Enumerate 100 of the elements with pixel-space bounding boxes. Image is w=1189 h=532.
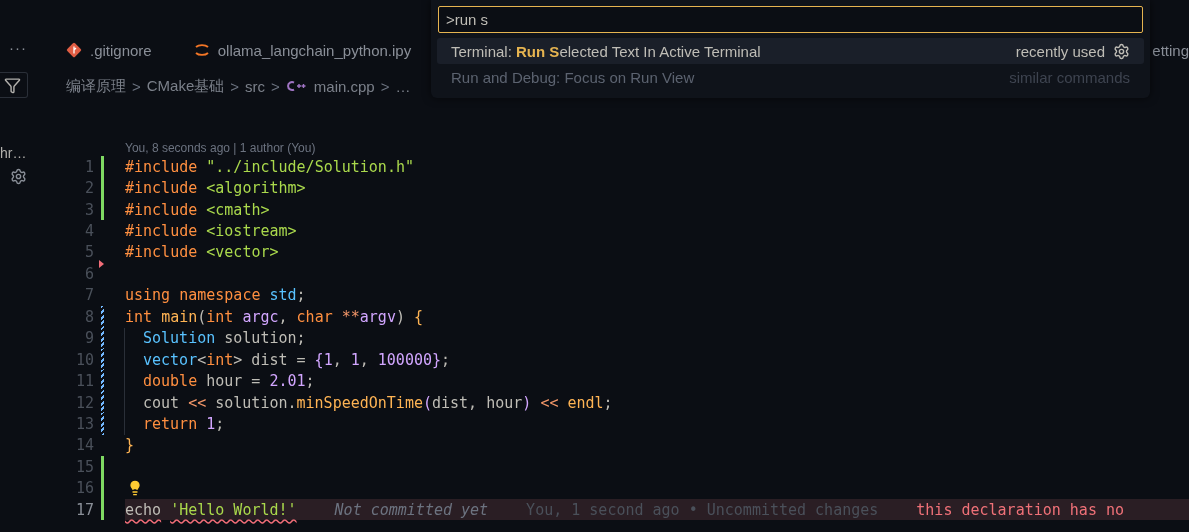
code-token: ) — [395, 307, 406, 326]
code-token: #include — [125, 222, 199, 241]
breadcrumb-item[interactable]: 编译原理 — [66, 76, 126, 96]
editor-tab[interactable]: etting — [1152, 41, 1189, 59]
settings-icon[interactable] — [1113, 42, 1130, 60]
command-detail: recently used — [1015, 42, 1105, 60]
code-token: < — [197, 350, 207, 369]
line-number: 5 — [83, 243, 94, 262]
code-token: #include — [125, 179, 199, 198]
code-token: argv — [359, 307, 396, 326]
error-token: 'Hello World!' — [170, 500, 297, 519]
code-token: std — [269, 286, 297, 305]
settings-icon[interactable] — [10, 168, 27, 185]
code-token: vector — [143, 350, 198, 369]
breadcrumb-item[interactable]: main.cpp — [313, 77, 375, 95]
code-token: { — [414, 307, 424, 326]
code-token: << — [188, 393, 207, 412]
filter-button[interactable] — [0, 72, 28, 98]
command-input[interactable]: >run s — [438, 6, 1143, 33]
breadcrumb-separator: > — [230, 77, 240, 95]
code-token: main — [161, 307, 198, 326]
code-token: double — [143, 372, 199, 391]
breadcrumb-item[interactable]: CMake基础 — [146, 76, 225, 96]
code-token: int — [206, 350, 234, 369]
command-item[interactable]: Terminal: Run Selected Text In Active Terminal recently used — [437, 38, 1144, 64]
code-token: ) — [522, 393, 533, 412]
code-token: <vector> — [206, 243, 279, 262]
lightbulb-icon[interactable] — [127, 480, 143, 497]
code-token: <cmath> — [206, 200, 270, 219]
code-token: ** — [341, 307, 360, 326]
code-token: minSpeedOnTime — [296, 393, 423, 412]
code-token: return — [143, 414, 199, 433]
code-token: <algorithm> — [206, 179, 306, 198]
sidebar-label: hr… — [0, 144, 27, 162]
line-number: 6 — [83, 264, 94, 283]
cpp-icon — [285, 79, 306, 93]
blame-info[interactable]: You, 8 seconds ago | 1 author (You) — [125, 140, 1189, 156]
filter-icon — [4, 76, 21, 94]
command-label: Terminal: Run Selected Text In Active Terminal — [451, 42, 761, 60]
code-token: using namespace — [125, 286, 262, 305]
more-actions[interactable]: ··· — [9, 38, 27, 58]
breadcrumb-item[interactable]: src — [245, 77, 266, 95]
code-token: int — [206, 307, 235, 326]
deleted-marker — [99, 260, 104, 269]
line-number: 12 — [74, 393, 94, 412]
code-token: int — [125, 307, 154, 326]
code-token: ; — [441, 350, 451, 369]
line-number: 2 — [83, 179, 94, 198]
line-number: 4 — [83, 222, 94, 241]
code-token: , — [278, 307, 289, 326]
code-token: solution; — [224, 329, 306, 348]
line-number: 17 — [74, 500, 94, 519]
editor-tab[interactable]: .gitignore — [60, 35, 158, 65]
line-number: 11 — [74, 372, 94, 391]
line-number: 16 — [74, 479, 94, 498]
line-number: 1 — [83, 157, 94, 176]
code-token: > dist = — [233, 350, 307, 369]
code-token: } — [432, 350, 442, 369]
code-token: ; — [305, 372, 315, 391]
error-token: echo — [125, 500, 162, 519]
code-token: #include — [125, 243, 199, 262]
code-token: ( — [422, 393, 432, 412]
line-number: 14 — [74, 436, 94, 455]
code-token: Solution — [143, 329, 217, 348]
code-token: 2.01 — [269, 372, 306, 391]
code-token: endl — [567, 393, 604, 412]
git-icon — [66, 42, 82, 58]
code-token: << — [540, 393, 560, 412]
notebook-icon — [193, 42, 210, 58]
code-token: 1 — [350, 350, 360, 369]
line-number: 3 — [83, 200, 94, 219]
code-token: 100000 — [377, 350, 432, 369]
code-token: 1 — [206, 414, 216, 433]
line-number: 8 — [83, 307, 94, 326]
code-token: , — [332, 350, 343, 369]
code-token: <iostream> — [206, 222, 297, 241]
code-token: ; — [603, 393, 613, 412]
line-number: 15 — [74, 457, 94, 476]
breadcrumb-separator: > — [380, 77, 390, 95]
inline-blame: Not committed yet — [334, 500, 489, 519]
error-message: this declaration has no — [916, 500, 1125, 519]
code-token: #include — [125, 200, 199, 219]
code-token: solution. — [214, 393, 297, 412]
code-token: #include — [125, 157, 199, 176]
code-token: hour = — [206, 372, 262, 391]
code-token: ; — [215, 414, 225, 433]
breadcrumb-item[interactable]: … — [395, 77, 411, 95]
code-token: ( — [197, 307, 207, 326]
command-label: Run and Debug: Focus on Run View — [451, 68, 695, 86]
code-token: cout — [143, 393, 181, 412]
editor-tab[interactable]: ollama_langchain_python.ipy — [187, 35, 418, 65]
line-number: 13 — [74, 414, 94, 433]
code-token: { — [314, 350, 324, 369]
code-token: } — [125, 436, 135, 455]
breadcrumb-separator: > — [132, 77, 141, 95]
line-number: 9 — [83, 329, 94, 348]
code-token: , — [359, 350, 370, 369]
code-token: ; — [296, 286, 306, 305]
code-token: argc — [242, 307, 279, 326]
line-number: 7 — [83, 286, 94, 305]
